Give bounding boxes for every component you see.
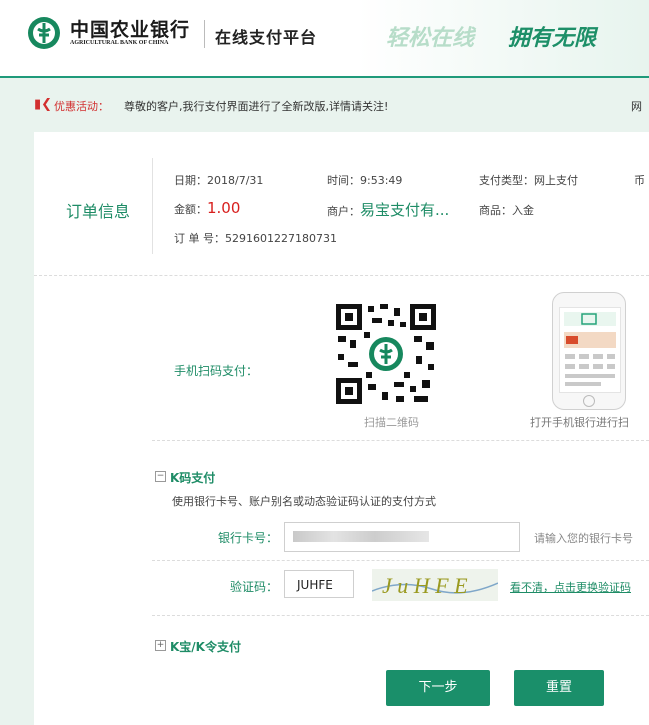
card-separator bbox=[152, 560, 649, 561]
platform-name: 在线支付平台 bbox=[215, 28, 318, 47]
notice-label: 优惠活动： bbox=[54, 100, 109, 113]
order-extra: 币 bbox=[634, 174, 645, 187]
captcha-input[interactable]: JUHFE bbox=[284, 570, 354, 598]
merchant-value: 易宝支付有... bbox=[360, 201, 450, 219]
phone-caption: 打开手机银行进行扫 bbox=[530, 416, 629, 429]
notice-right-text: 网 bbox=[631, 100, 642, 113]
kcode-title[interactable]: K码支付 bbox=[170, 469, 215, 486]
order-date: 日期：2018/7/31 bbox=[174, 174, 264, 187]
kcode-description: 使用银行卡号、账户别名或动态验证码认证的支付方式 bbox=[172, 495, 436, 508]
amount-value: 1.00 bbox=[207, 199, 241, 217]
order-pay-type: 支付类型：网上支付 bbox=[479, 174, 578, 187]
order-merchant: 商户：易宝支付有... bbox=[327, 199, 449, 220]
scan-pay-label: 手机扫码支付： bbox=[174, 364, 259, 378]
header-divider bbox=[204, 20, 205, 48]
qr-code-icon bbox=[334, 302, 438, 406]
captcha-image-text: J u H F E bbox=[382, 573, 468, 598]
card-number-masked bbox=[293, 531, 429, 542]
page-header: 中国农业银行 AGRICULTURAL BANK OF CHINA 在线支付平台… bbox=[0, 0, 649, 78]
order-number: 订 单 号：5291601227180731 bbox=[174, 232, 337, 245]
captcha-separator bbox=[152, 615, 649, 616]
captcha-image[interactable]: J u H F E bbox=[371, 569, 499, 601]
amount-label: 金额： bbox=[174, 203, 207, 216]
order-info-title: 订单信息 bbox=[66, 202, 131, 221]
payment-panel: 订单信息 日期：2018/7/31 时间：9:53:49 支付类型：网上支付 币… bbox=[34, 132, 649, 725]
card-number-label: 银行卡号： bbox=[218, 531, 279, 545]
qr-caption: 扫描二维码 bbox=[364, 416, 419, 429]
refresh-captcha-link[interactable]: 看不清，点击更换验证码 bbox=[510, 579, 631, 595]
mobile-bank-phone-icon bbox=[552, 292, 626, 410]
kbao-expand-toggle[interactable]: + bbox=[155, 640, 166, 651]
next-step-button[interactable]: 下一步 bbox=[386, 670, 490, 706]
order-goods: 商品：入金 bbox=[479, 204, 534, 217]
reset-button[interactable]: 重置 bbox=[514, 670, 604, 706]
slogan-part1: 轻松在线 bbox=[386, 26, 475, 51]
bank-name-en: AGRICULTURAL BANK OF CHINA bbox=[70, 40, 169, 46]
card-number-hint: 请输入您的银行卡号 bbox=[534, 532, 633, 545]
card-number-input[interactable] bbox=[284, 522, 520, 552]
notice-bar: ▮❮ 优惠活动： 尊敬的客户,我行支付界面进行了全新改版,详情请关注! 网 bbox=[0, 90, 649, 120]
kcode-collapse-toggle[interactable]: − bbox=[155, 471, 166, 482]
slogan-part2: 拥有无限 bbox=[508, 26, 597, 51]
order-amount: 金额：1.00 bbox=[174, 199, 240, 217]
order-divider bbox=[152, 158, 153, 254]
order-time: 时间：9:53:49 bbox=[327, 174, 403, 187]
speaker-icon: ▮❮ bbox=[34, 97, 53, 112]
merchant-label: 商户： bbox=[327, 205, 360, 218]
notice-text: 尊敬的客户,我行支付界面进行了全新改版,详情请关注! bbox=[124, 100, 389, 113]
scan-separator bbox=[152, 440, 649, 441]
order-separator bbox=[34, 275, 649, 276]
captcha-label: 验证码： bbox=[230, 580, 279, 594]
abc-logo-icon bbox=[28, 17, 60, 49]
bank-name-cn: 中国农业银行 bbox=[70, 19, 191, 41]
kbao-title[interactable]: K宝/K令支付 bbox=[170, 638, 241, 655]
